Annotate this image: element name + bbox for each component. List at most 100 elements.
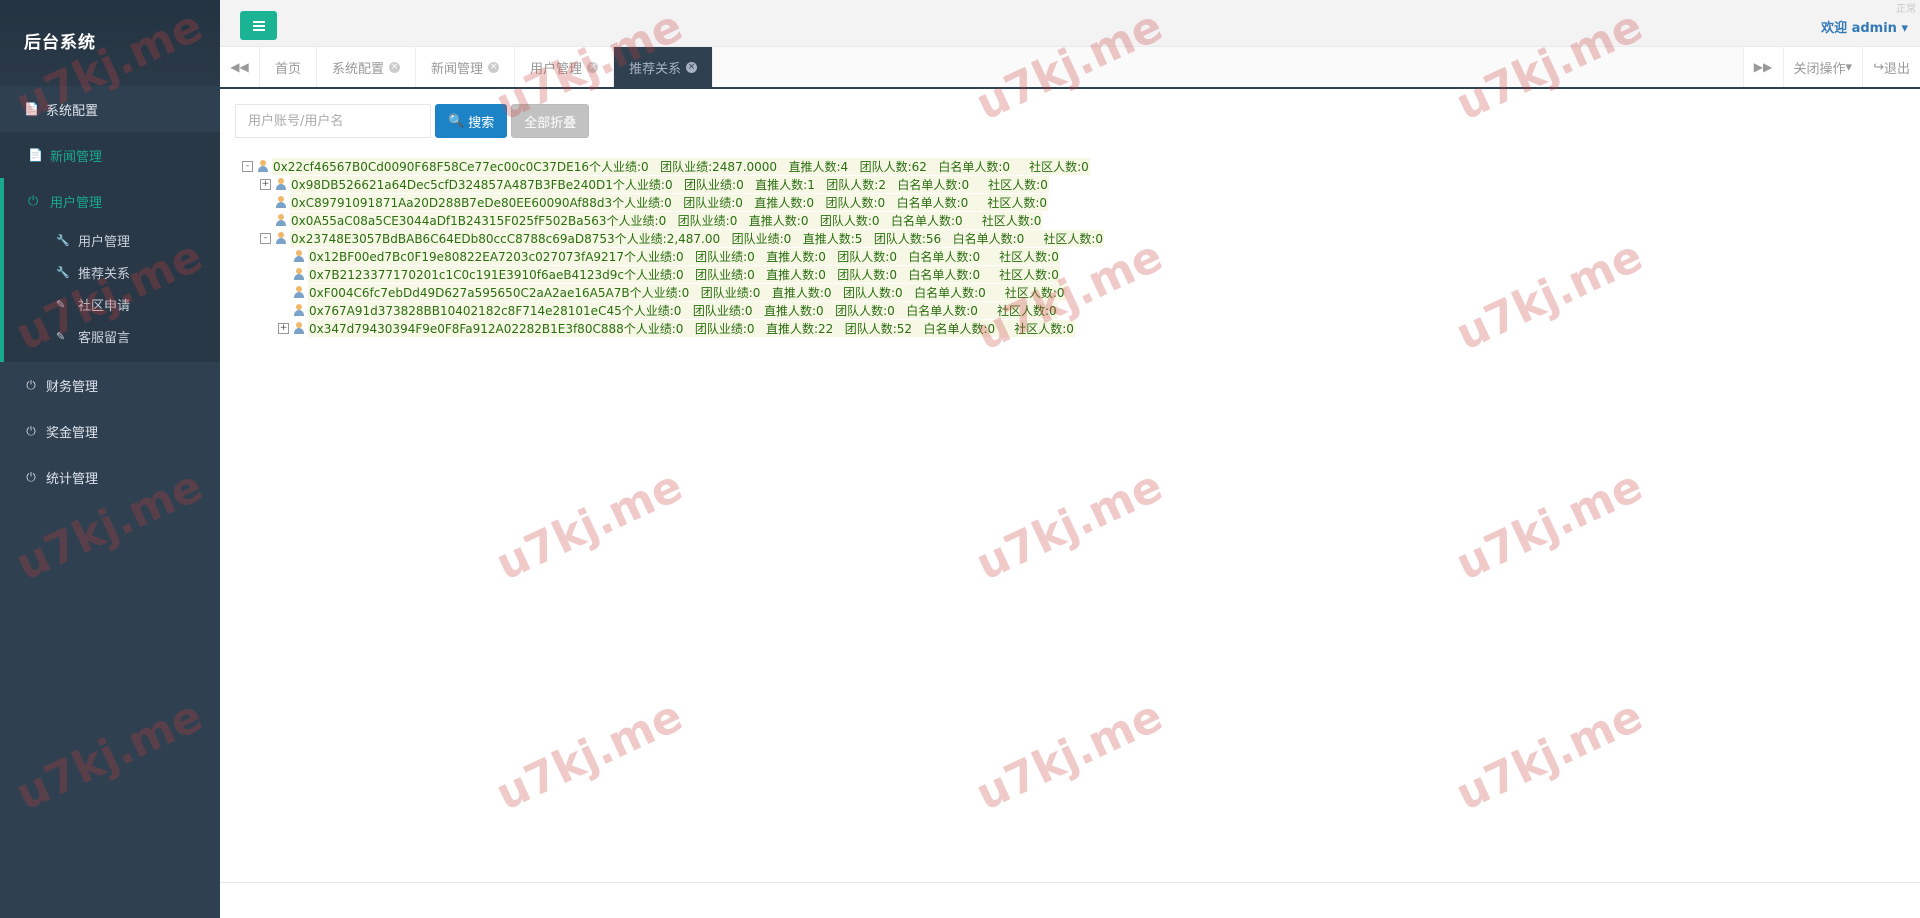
tree-node-label[interactable]: 0x22cf46567B0Cd0090F68F58Ce77ec00c0C37DE…	[272, 157, 1090, 175]
close-icon[interactable]: ×	[389, 61, 401, 73]
close-icon[interactable]: ×	[488, 61, 500, 73]
sidebar-item-system-config[interactable]: 📄 系统配置	[0, 86, 220, 132]
wrench-icon: 🔧	[56, 233, 70, 247]
tab-tools: ▶▶ 关闭操作 ▾ ↪ 退出	[1742, 47, 1920, 87]
close-operations-label: 关闭操作	[1793, 61, 1846, 77]
tab-system-config[interactable]: 系统配置 ×	[317, 47, 417, 87]
tab-referral[interactable]: 推荐关系 ×	[614, 47, 714, 87]
document-icon: 📄	[24, 102, 39, 116]
search-bar: 🔍 搜索 全部折叠	[235, 104, 590, 138]
sidebar-item-label: 新闻管理	[50, 149, 103, 165]
sidebar-item-user-management[interactable]: ⏻ 用户管理	[4, 178, 220, 224]
main-content: 🔍 搜索 全部折叠 - 0x22cf46567B0Cd0090F68F58Ce77…	[220, 89, 1920, 882]
user-icon	[275, 214, 287, 226]
tab-label: 推荐关系	[629, 61, 682, 77]
tree-node-label[interactable]: 0xF004C6fc7ebDd49D627a595650C2aA2ae16A5A…	[308, 283, 1066, 301]
edit-icon: ✎	[56, 297, 66, 311]
power-icon: ⏻	[26, 423, 36, 438]
tree-node-label[interactable]: 0xC89791091871Aa20D288B7eDe80EE60090Af88…	[290, 193, 1048, 211]
user-icon	[293, 286, 305, 298]
sidebar-item-statistics[interactable]: ⏻ 统计管理	[0, 454, 220, 500]
sidebar-item-news[interactable]: 📄 新闻管理	[0, 132, 220, 178]
top-header: 正常 欢迎 admin ▾	[220, 0, 1920, 47]
sidebar-item-bonus[interactable]: ⏻ 奖金管理	[0, 408, 220, 454]
tree-node-label[interactable]: 0x98DB526621a64Dec5cfD324857A487B3FBe240…	[290, 175, 1049, 193]
search-input[interactable]	[235, 104, 431, 138]
sidebar-subitem-community-apply[interactable]: ✎ 社区申请	[4, 288, 220, 320]
close-icon[interactable]: ×	[587, 61, 599, 73]
tree-node-label[interactable]: 0x7B2123377170201c1C0c191E3910f6aeB4123d…	[308, 265, 1060, 283]
expand-toggle-icon[interactable]: +	[260, 178, 271, 190]
close-operations-dropdown[interactable]: 关闭操作 ▾	[1782, 47, 1863, 87]
forward-icon: ▶▶	[1753, 60, 1773, 74]
tab-scroll-left-button[interactable]: ◀◀	[220, 47, 260, 87]
sidebar-subitem-referral[interactable]: 🔧 推荐关系	[4, 256, 220, 288]
tab-label: 用户管理	[530, 61, 583, 77]
tab-label: 系统配置	[332, 61, 385, 77]
user-icon	[293, 250, 305, 262]
tree-node-label[interactable]: 0x23748E3057BdBAB6C64EDb80ccC8788c69aD87…	[290, 229, 1105, 247]
tree-node-label[interactable]: 0x767A91d373828BB10402182c8F714e28101eC4…	[308, 301, 1058, 319]
tab-home[interactable]: 首页	[260, 47, 318, 87]
power-icon: ⏻	[26, 377, 36, 392]
sidebar-item-label: 用户管理	[50, 195, 103, 211]
sidebar-item-finance[interactable]: ⏻ 财务管理	[0, 362, 220, 408]
tree-node[interactable]: 0xF004C6fc7ebDd49D627a595650C2aA2ae16A5A…	[242, 283, 1104, 301]
tree-node-label[interactable]: 0x0A55aC08a5CE3044aDf1B24315F025fF502Ba5…	[290, 211, 1043, 229]
sidebar-item-label: 奖金管理	[46, 425, 99, 441]
tree-node-label[interactable]: 0x347d79430394F9e0F8Fa912A02282B1E3f80C8…	[308, 319, 1075, 337]
footer	[220, 882, 1920, 918]
tree-node[interactable]: 0x12BF00ed7Bc0F19e80822EA7203c027073fA92…	[242, 247, 1104, 265]
tab-user-management[interactable]: 用户管理 ×	[515, 47, 615, 87]
tab-bar: ◀◀ 首页 系统配置 × 新闻管理 × 用户管理 × 推荐关系 × ▶▶ 关闭操…	[220, 47, 1920, 89]
close-icon[interactable]: ×	[686, 61, 698, 73]
sidebar-subitem-label: 客服留言	[78, 330, 131, 346]
backward-icon: ◀◀	[230, 60, 249, 74]
collapse-toggle-icon[interactable]: -	[260, 232, 271, 244]
tree-node[interactable]: +0x347d79430394F9e0F8Fa912A02282B1E3f80C…	[242, 319, 1104, 337]
sidebar: 后台系统 📄 系统配置 📄 新闻管理 ⏻ 用户管理 🔧 用户管理 🔧 推荐关系 …	[0, 0, 220, 918]
tree-node[interactable]: 0x7B2123377170201c1C0c191E3910f6aeB4123d…	[242, 265, 1104, 283]
sidebar-subitem-user-management[interactable]: 🔧 用户管理	[4, 224, 220, 256]
tab-scroll-right-button[interactable]: ▶▶	[1742, 47, 1783, 87]
caret-down-icon: ▾	[1901, 21, 1908, 36]
user-menu[interactable]: 欢迎 admin ▾	[1821, 17, 1908, 36]
menu-toggle-button[interactable]	[240, 11, 277, 40]
logout-button[interactable]: ↪ 退出	[1862, 47, 1920, 87]
user-icon	[275, 232, 287, 244]
tab-news[interactable]: 新闻管理 ×	[416, 47, 516, 87]
expand-toggle-icon[interactable]: +	[278, 322, 289, 334]
tree-node[interactable]: 0xC89791091871Aa20D288B7eDe80EE60090Af88…	[242, 193, 1104, 211]
tab-label: 新闻管理	[431, 61, 484, 77]
user-icon	[293, 268, 305, 280]
user-icon	[275, 196, 287, 208]
logout-label: 退出	[1883, 61, 1910, 77]
sidebar-item-label: 统计管理	[46, 471, 99, 487]
tree-node-label[interactable]: 0x12BF00ed7Bc0F19e80822EA7203c027073fA92…	[308, 247, 1060, 265]
collapse-all-button[interactable]: 全部折叠	[511, 104, 590, 138]
tree-node[interactable]: - 0x23748E3057BdBAB6C64EDb80ccC8788c69aD8…	[242, 229, 1105, 247]
sidebar-subitem-support-messages[interactable]: ✎ 客服留言	[4, 320, 220, 352]
collapse-toggle-icon[interactable]: -	[242, 160, 253, 172]
document-icon: 📄	[28, 148, 43, 162]
power-icon: ⏻	[28, 193, 39, 209]
power-icon: ⏻	[26, 469, 36, 484]
tree-node[interactable]: 0x0A55aC08a5CE3044aDf1B24315F025fF502Ba5…	[242, 211, 1104, 229]
user-icon	[293, 322, 305, 334]
search-button-label: 搜索	[468, 115, 495, 131]
status-corner-text: 正常	[1896, 4, 1916, 15]
search-button[interactable]: 🔍 搜索	[435, 104, 508, 138]
search-icon: 🔍	[448, 113, 465, 129]
tree-node[interactable]: 0x767A91d373828BB10402182c8F714e28101eC4…	[242, 301, 1104, 319]
tree-node[interactable]: +0x98DB526621a64Dec5cfD324857A487B3FBe24…	[242, 175, 1104, 193]
sidebar-item-label: 财务管理	[46, 379, 99, 395]
tree-node[interactable]: - 0x22cf46567B0Cd0090F68F58Ce77ec00c0C37D…	[242, 157, 1104, 175]
user-icon	[275, 178, 287, 190]
sidebar-subitem-label: 用户管理	[78, 234, 131, 250]
